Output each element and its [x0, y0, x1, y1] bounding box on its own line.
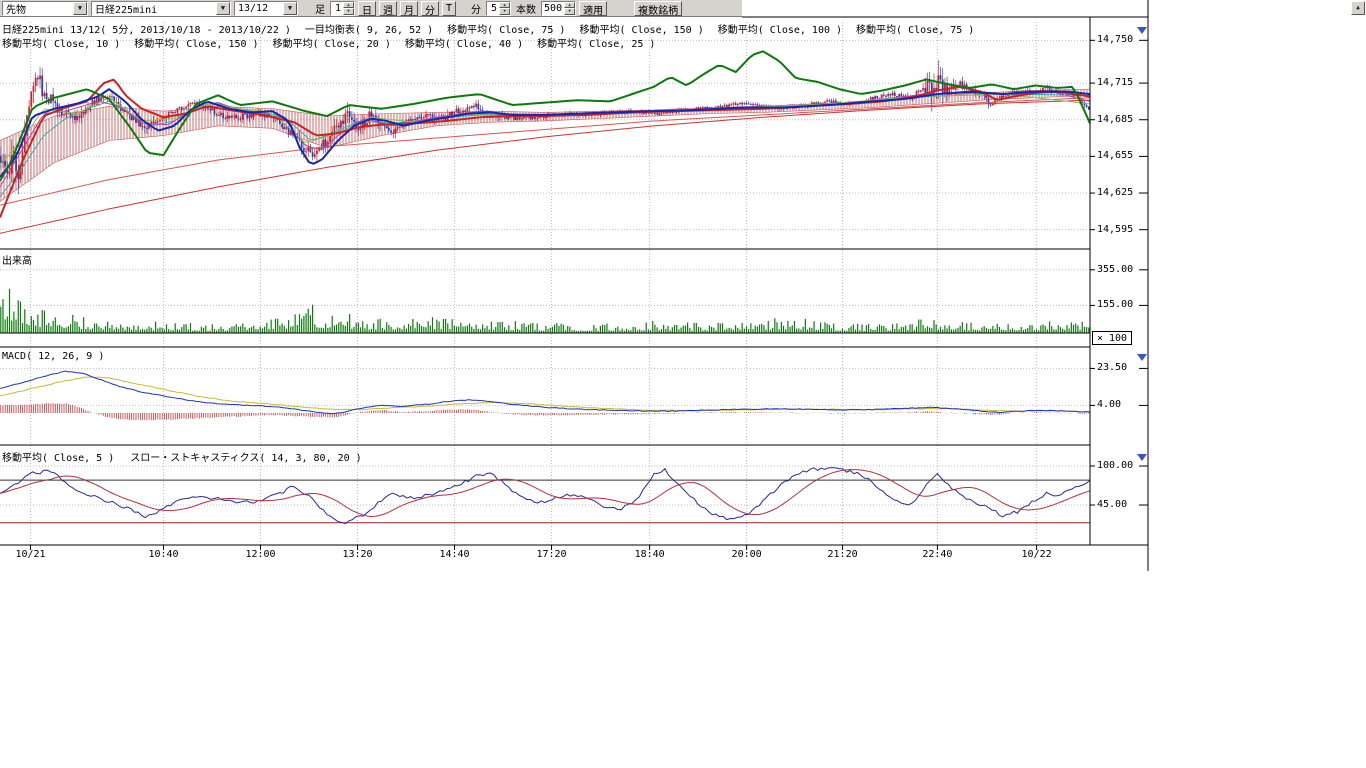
bar-count-label: 本数	[514, 1, 538, 16]
indicator-label-slow-stochastics: スロー・ストキャスティクス( 14, 3, 80, 20 )	[130, 449, 361, 464]
indicator-label-ma40: 移動平均( Close, 40 )	[405, 35, 523, 50]
indicator-label-ma150b: 移動平均( Close, 150 )	[134, 35, 258, 50]
indicator-label-ma10: 移動平均( Close, 10 )	[2, 35, 120, 50]
symbol-value: 日経225mini	[95, 1, 157, 16]
chevron-down-icon[interactable]: ▼	[216, 2, 230, 15]
bar-count-value: 500	[542, 3, 564, 14]
chevron-down-icon[interactable]: ▼	[73, 2, 87, 15]
up-arrow-icon: ▲	[1356, 4, 1360, 11]
instrument-type-select[interactable]: 先物 ▼	[2, 1, 88, 16]
indicator-label-ma25: 移動平均( Close, 25 )	[537, 35, 655, 50]
volume-multiplier-box: × 100	[1092, 331, 1132, 345]
spinner[interactable]: ▲▼	[343, 2, 354, 15]
scroll-up-button[interactable]: ▲	[1351, 1, 1365, 15]
instrument-type-value: 先物	[6, 1, 26, 16]
contract-month-select[interactable]: 13/12 ▼	[234, 1, 298, 16]
bar-interval-value: 1	[331, 3, 343, 14]
apply-button[interactable]: 適用	[579, 1, 607, 16]
chevron-down-icon	[1137, 354, 1147, 361]
chevron-down-icon[interactable]: ▼	[283, 2, 297, 15]
indicator-label-ichimoku: 一目均衡表( 9, 26, 52 )	[305, 21, 433, 36]
contract-month-value: 13/12	[238, 3, 268, 14]
spin-down-icon[interactable]: ▼	[343, 8, 354, 15]
minute-value: 5	[487, 3, 499, 14]
spin-down-icon[interactable]: ▼	[499, 8, 510, 15]
period-day-button[interactable]: 日	[358, 1, 376, 16]
toolbar: 先物 ▼ 日経225mini ▼ 13/12 ▼ 足 1 ▲▼ 日 週 月 分 …	[0, 0, 742, 17]
price-panel-header-row2: 移動平均( Close, 10 ) 移動平均( Close, 150 ) 移動平…	[2, 35, 655, 50]
chart-title: 日経225mini 13/12( 5分, 2013/10/18 - 2013/1…	[2, 21, 291, 36]
chart-canvas[interactable]	[0, 0, 1366, 575]
period-month-button[interactable]: 月	[400, 1, 418, 16]
bar-type-label: 足	[313, 1, 327, 16]
bar-interval-input[interactable]: 1 ▲▼	[330, 1, 355, 16]
symbol-select[interactable]: 日経225mini ▼	[91, 1, 231, 16]
bar-count-input[interactable]: 500 ▲▼	[541, 1, 576, 16]
stoch-panel-dropdown[interactable]	[1134, 451, 1149, 463]
spinner[interactable]: ▲▼	[499, 2, 510, 15]
indicator-label-ma100: 移動平均( Close, 100 )	[718, 21, 842, 36]
volume-multiplier-label: × 100	[1097, 333, 1127, 344]
spinner[interactable]: ▲▼	[564, 2, 575, 15]
multi-symbol-button[interactable]: 複数銘柄	[634, 1, 682, 16]
period-tick-button[interactable]: T	[442, 1, 456, 16]
price-panel-dropdown[interactable]	[1134, 24, 1149, 36]
spin-down-icon[interactable]: ▼	[564, 8, 575, 15]
period-week-button[interactable]: 週	[379, 1, 397, 16]
macd-panel-label: MACD( 12, 26, 9 )	[2, 351, 104, 362]
indicator-label-ma75: 移動平均( Close, 75 )	[447, 21, 565, 36]
indicator-label-ma20: 移動平均( Close, 20 )	[273, 35, 391, 50]
indicator-label-ma5: 移動平均( Close, 5 )	[2, 449, 114, 464]
volume-panel-label: 出来高	[2, 252, 32, 267]
stoch-panel-header: 移動平均( Close, 5 ) スロー・ストキャスティクス( 14, 3, 8…	[2, 449, 362, 464]
price-panel-header-row1: 日経225mini 13/12( 5分, 2013/10/18 - 2013/1…	[2, 21, 974, 36]
macd-panel-dropdown[interactable]	[1134, 351, 1149, 363]
chevron-down-icon	[1137, 27, 1147, 34]
period-minute-button[interactable]: 分	[421, 1, 439, 16]
minute-unit-label: 分	[469, 1, 483, 16]
chevron-down-icon	[1137, 454, 1147, 461]
indicator-label-ma150: 移動平均( Close, 150 )	[579, 21, 703, 36]
minute-value-input[interactable]: 5 ▲▼	[486, 1, 511, 16]
indicator-label-ma75b: 移動平均( Close, 75 )	[856, 21, 974, 36]
